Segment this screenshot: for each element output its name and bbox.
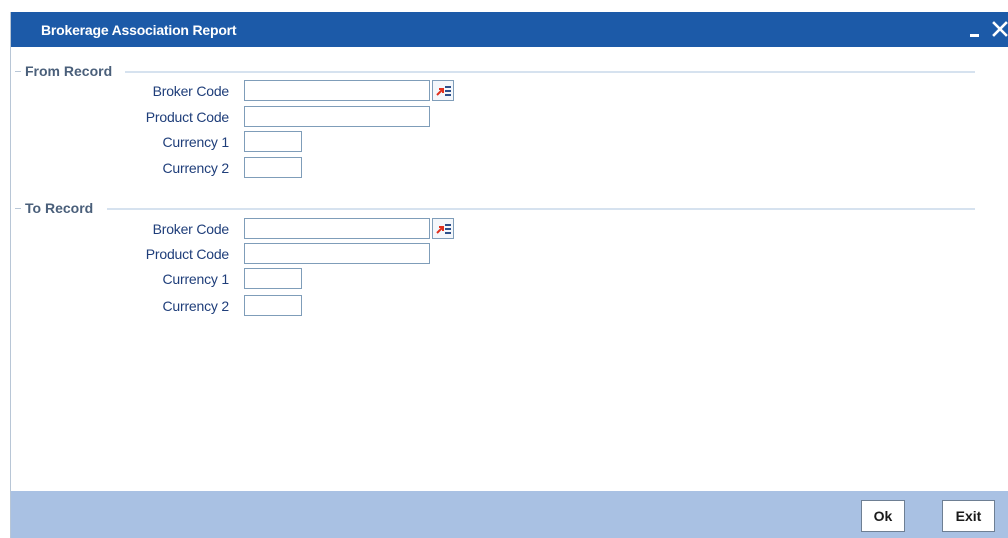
minimize-icon[interactable] [965, 18, 987, 40]
report-window: Brokerage Association Report From Record… [10, 12, 1008, 538]
left-margin [0, 12, 10, 538]
close-icon[interactable] [989, 18, 1008, 40]
lov-arrow-icon [436, 88, 444, 96]
lov-arrow-icon [436, 226, 444, 234]
title-bar: Brokerage Association Report [11, 12, 1008, 47]
to-product-code-label: Product Code [145, 246, 229, 262]
to-broker-code-lov-button[interactable] [432, 218, 454, 239]
to-currency2-label: Currency 2 [162, 298, 230, 314]
from-record-legend: From Record [25, 63, 113, 79]
to-currency2-input[interactable] [244, 295, 302, 316]
to-currency1-label: Currency 1 [162, 271, 230, 287]
window-title: Brokerage Association Report [41, 22, 237, 38]
from-record-section: From Record [11, 63, 1008, 79]
from-broker-code-input[interactable] [244, 80, 430, 101]
top-margin [0, 0, 1008, 12]
to-record-section: To Record [11, 200, 1008, 216]
from-currency2-label: Currency 2 [162, 160, 230, 176]
ok-button[interactable]: Ok [861, 500, 905, 532]
to-broker-code-input[interactable] [244, 218, 430, 239]
from-broker-code-label: Broker Code [152, 83, 230, 99]
from-currency2-input[interactable] [244, 157, 302, 178]
footer-bar: Ok Exit [11, 491, 1008, 538]
to-product-code-input[interactable] [244, 243, 430, 264]
list-icon [445, 224, 451, 236]
from-currency1-label: Currency 1 [162, 134, 230, 150]
to-broker-code-label: Broker Code [152, 221, 230, 237]
from-broker-code-lov-button[interactable] [432, 80, 454, 101]
exit-button[interactable]: Exit [942, 500, 995, 532]
from-product-code-label: Product Code [145, 109, 229, 125]
from-currency1-input[interactable] [244, 131, 302, 152]
from-product-code-input[interactable] [244, 106, 430, 127]
to-record-legend: To Record [25, 200, 94, 216]
list-icon [445, 86, 451, 98]
to-currency1-input[interactable] [244, 268, 302, 289]
